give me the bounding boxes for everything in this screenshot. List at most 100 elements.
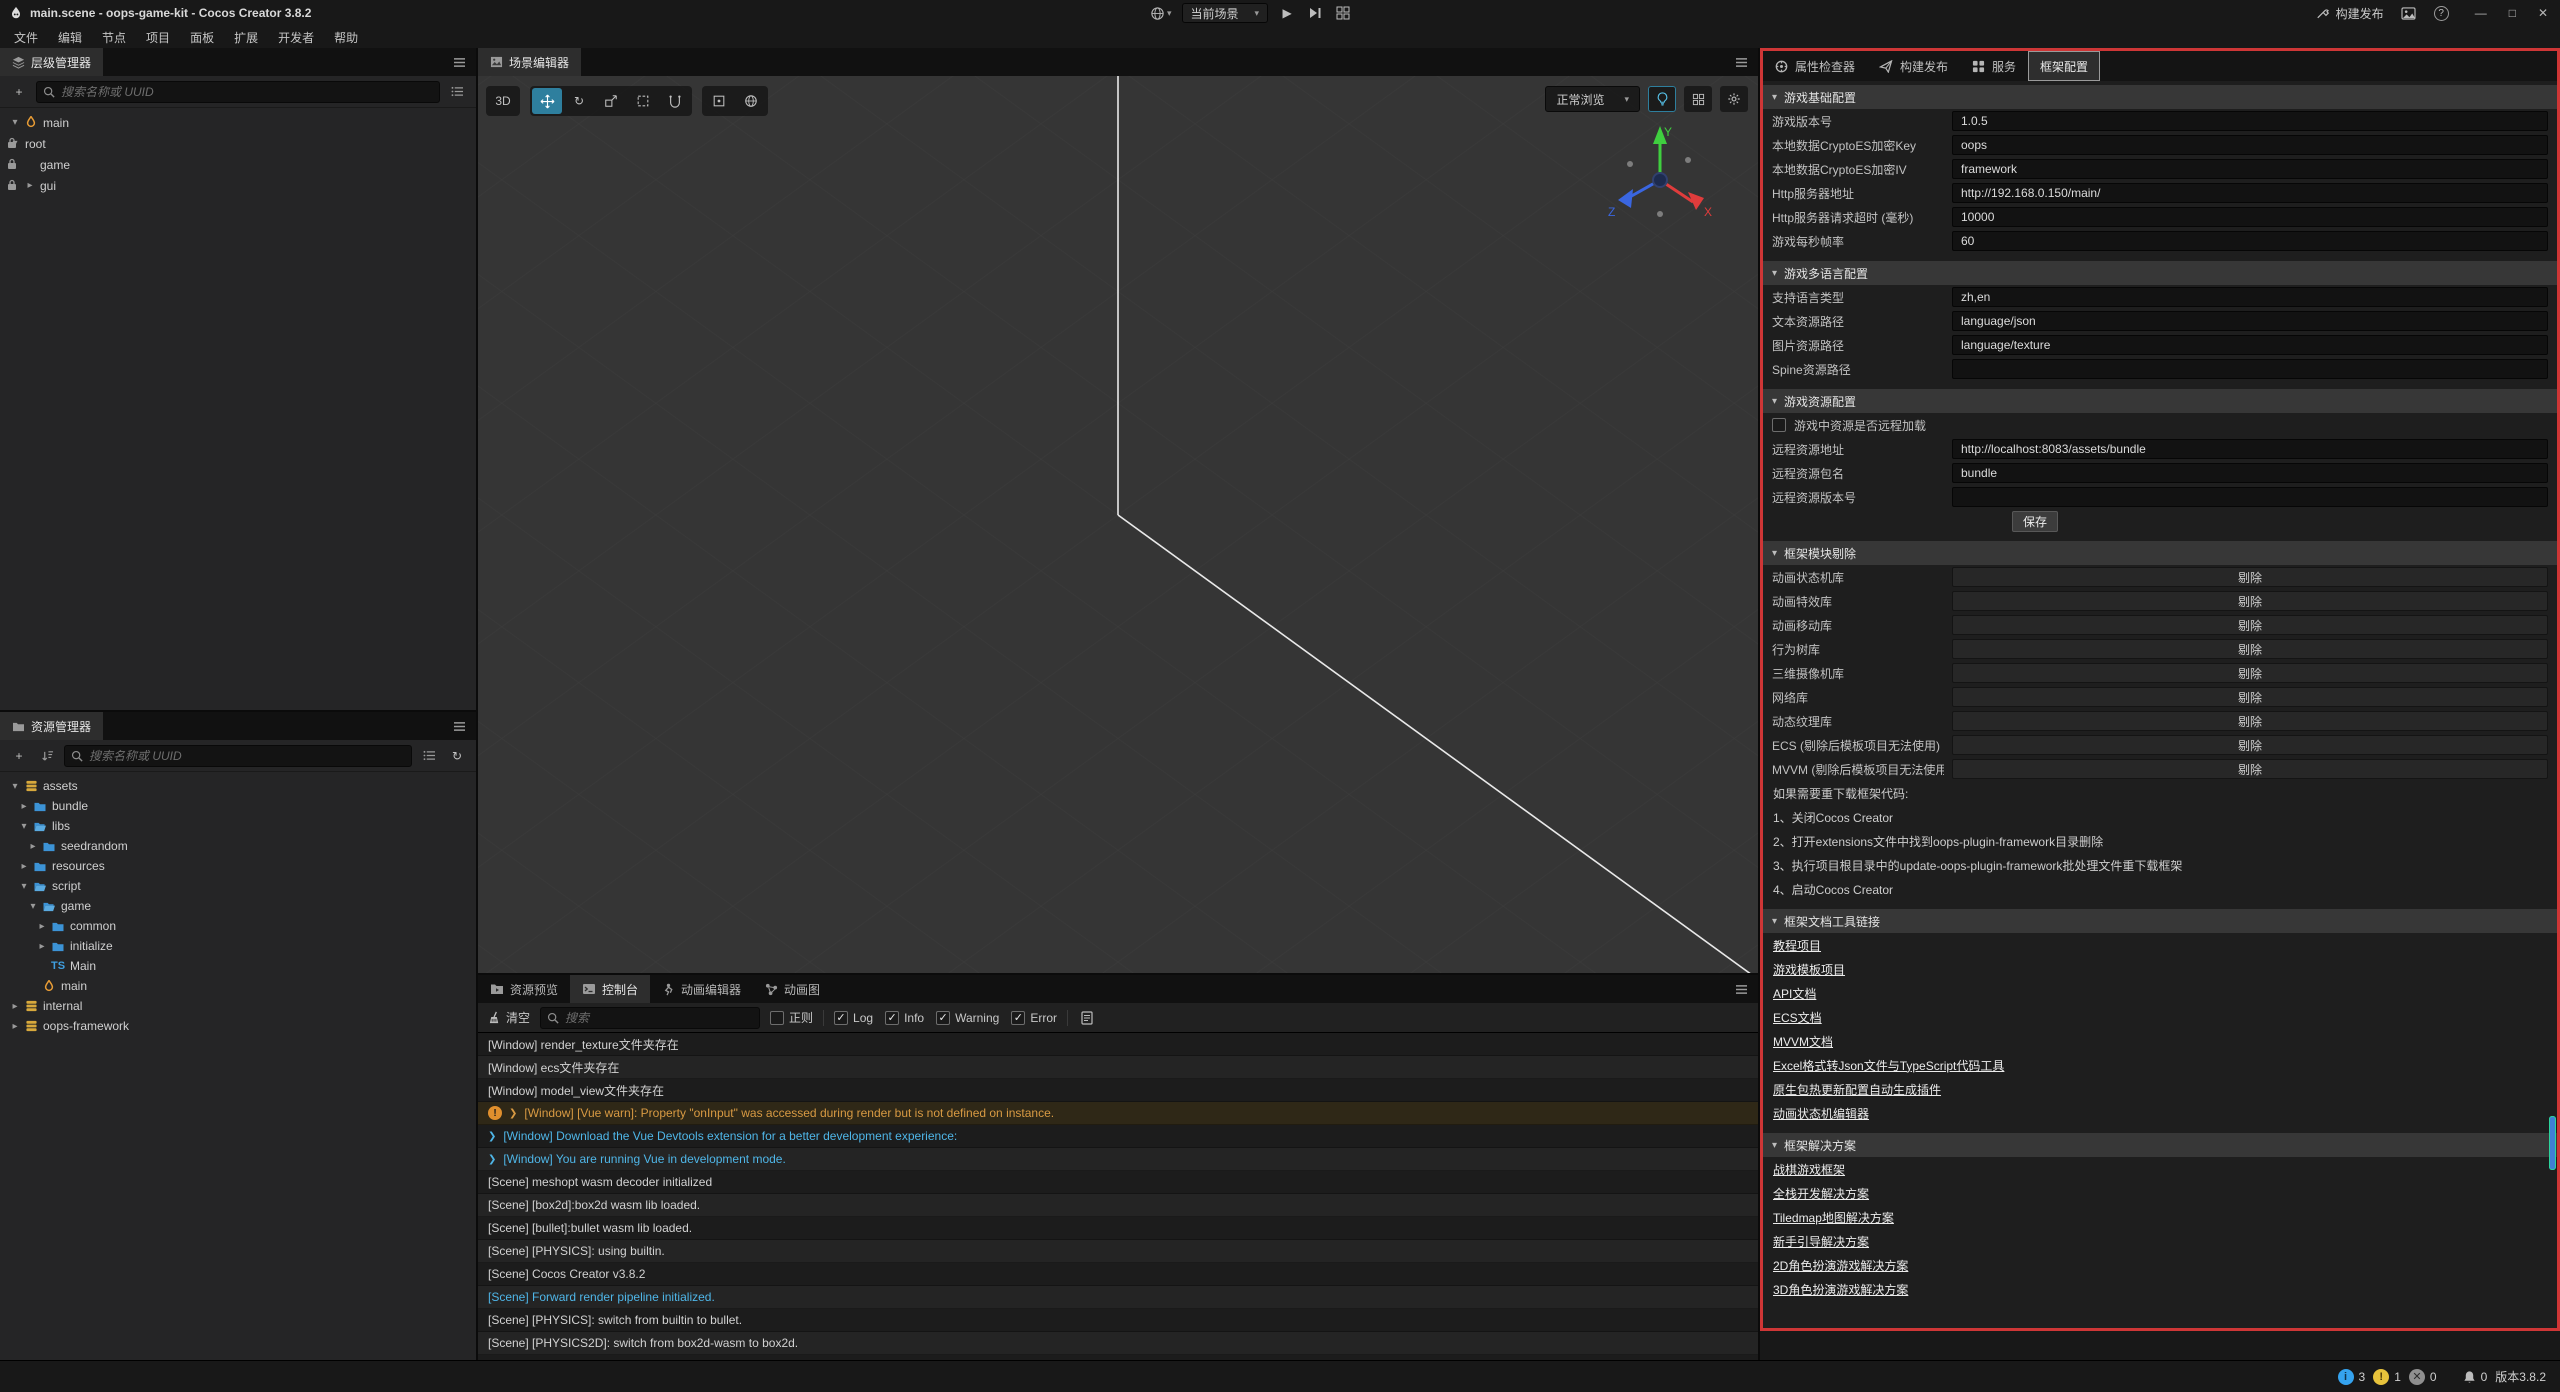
console-tab[interactable]: 动画编辑器	[650, 975, 753, 1003]
console-search-input[interactable]	[565, 1011, 753, 1025]
doc-link[interactable]: API文档	[1773, 985, 1816, 1002]
log-row[interactable]: [Scene] [PHYSICS]: using builtin.	[478, 1240, 1758, 1263]
tree-row[interactable]: game	[0, 154, 476, 175]
tree-row[interactable]: ▾assets	[0, 776, 476, 796]
doc-link[interactable]: 2D角色扮演游戏解决方案	[1773, 1257, 1908, 1274]
remove-module-button[interactable]: 剔除	[1952, 567, 2548, 587]
remove-module-button[interactable]: 剔除	[1952, 759, 2548, 779]
lock-icon[interactable]	[7, 158, 17, 170]
menu-item[interactable]: 编辑	[48, 27, 92, 48]
chevron-down-icon[interactable]: ▾	[8, 117, 22, 128]
chevron-down-icon[interactable]: ▾	[26, 901, 40, 912]
section-header[interactable]: ▾游戏基础配置	[1763, 85, 2557, 109]
move-tool-button[interactable]	[532, 88, 562, 114]
chevron-right-icon[interactable]: ▸	[26, 841, 40, 852]
hierarchy-search-input[interactable]	[61, 85, 433, 99]
doc-link[interactable]: 3D角色扮演游戏解决方案	[1773, 1281, 1908, 1298]
coordinate-space-button[interactable]	[736, 88, 766, 114]
remove-module-button[interactable]: 剔除	[1952, 639, 2548, 659]
light-toggle-button[interactable]	[1648, 86, 1676, 112]
log-row[interactable]: ❯[Window] Download the Vue Devtools exte…	[478, 1125, 1758, 1148]
doc-link[interactable]: MVVM文档	[1773, 1033, 1833, 1050]
config-input[interactable]	[1952, 487, 2548, 507]
section-header[interactable]: ▾框架文档工具链接	[1763, 909, 2557, 933]
add-node-button[interactable]: +	[8, 81, 30, 103]
remove-module-button[interactable]: 剔除	[1952, 591, 2548, 611]
play-button[interactable]: ▶	[1278, 3, 1296, 23]
tree-row[interactable]: ▸oops-framework	[0, 1016, 476, 1036]
log-row[interactable]: [Scene] [bullet]:bullet wasm lib loaded.	[478, 1217, 1758, 1240]
axis-gizmo[interactable]: Y X Z	[1600, 118, 1720, 238]
console-menu-icon[interactable]	[1725, 975, 1758, 1003]
screenshot-icon[interactable]	[2400, 3, 2418, 23]
inspector-tab[interactable]: 构建发布	[1867, 51, 1960, 81]
assets-search-input[interactable]	[89, 749, 405, 763]
log-row[interactable]: [Scene] [PHYSICS]: switch from builtin t…	[478, 1309, 1758, 1332]
config-input[interactable]	[1952, 159, 2548, 179]
lock-icon[interactable]	[7, 137, 17, 149]
sort-icon[interactable]	[36, 745, 58, 767]
chevron-down-icon[interactable]: ▾	[17, 821, 31, 832]
config-input[interactable]	[1952, 287, 2548, 307]
chevron-right-icon[interactable]: ▸	[8, 1001, 22, 1012]
lock-icon[interactable]	[7, 179, 17, 191]
doc-link[interactable]: 动画状态机编辑器	[1773, 1105, 1869, 1122]
tree-row[interactable]: ▸seedrandom	[0, 836, 476, 856]
remove-module-button[interactable]: 剔除	[1952, 687, 2548, 707]
expand-chevron-icon[interactable]: ❯	[488, 1131, 496, 1142]
log-row[interactable]: [Window] ecs文件夹存在	[478, 1056, 1758, 1079]
scene-viewport[interactable]: 3D ↻	[478, 76, 1758, 973]
clear-console-button[interactable]: 清空	[488, 1009, 530, 1026]
filter-log-checkbox[interactable]: ✓Log	[834, 1011, 873, 1025]
log-row[interactable]: [Scene] Forward render pipeline initiali…	[478, 1286, 1758, 1309]
notification-badge[interactable]: 0	[2463, 1370, 2488, 1384]
doc-link[interactable]: Excel格式转Json文件与TypeScript代码工具	[1773, 1057, 2004, 1074]
doc-link[interactable]: 全栈开发解决方案	[1773, 1185, 1869, 1202]
hierarchy-filter-icon[interactable]	[446, 81, 468, 103]
info-count-badge[interactable]: i 3	[2338, 1369, 2366, 1385]
menu-item[interactable]: 文件	[4, 27, 48, 48]
tree-row[interactable]: ▸bundle	[0, 796, 476, 816]
section-header[interactable]: ▾框架解决方案	[1763, 1133, 2557, 1157]
chevron-right-icon[interactable]: ▸	[35, 941, 49, 952]
inspector-scrollbar[interactable]	[2549, 1116, 2556, 1170]
anchor-tool-button[interactable]	[660, 88, 690, 114]
doc-link[interactable]: 原生包热更新配置自动生成插件	[1773, 1081, 1941, 1098]
menu-item[interactable]: 扩展	[224, 27, 268, 48]
rect-tool-button[interactable]	[628, 88, 658, 114]
tree-row[interactable]: ▸initialize	[0, 936, 476, 956]
log-row[interactable]: [Scene] [box2d]:box2d wasm lib loaded.	[478, 1194, 1758, 1217]
config-input[interactable]	[1952, 311, 2548, 331]
assets-filter-icon[interactable]	[418, 745, 440, 767]
config-input[interactable]	[1952, 359, 2548, 379]
close-button[interactable]: ✕	[2538, 6, 2548, 20]
console-tab[interactable]: 动画图	[753, 975, 832, 1003]
pivot-toggle-button[interactable]	[704, 88, 734, 114]
remove-module-button[interactable]: 剔除	[1952, 711, 2548, 731]
inspector-tab[interactable]: 框架配置	[2028, 51, 2100, 81]
config-input[interactable]	[1952, 335, 2548, 355]
log-row[interactable]: [Scene] Cocos Creator v3.8.2	[478, 1263, 1758, 1286]
3d-toggle-button[interactable]: 3D	[488, 88, 518, 114]
tab-scene-editor[interactable]: 场景编辑器	[478, 48, 581, 76]
tree-row[interactable]: ▾main	[0, 112, 476, 133]
remote-load-checkbox[interactable]	[1772, 418, 1786, 432]
config-input[interactable]	[1952, 135, 2548, 155]
tree-row[interactable]: ▸gui	[0, 175, 476, 196]
maximize-button[interactable]: □	[2509, 6, 2516, 20]
expand-chevron-icon[interactable]: ❯	[488, 1154, 496, 1165]
remove-module-button[interactable]: 剔除	[1952, 735, 2548, 755]
menu-item[interactable]: 节点	[92, 27, 136, 48]
remove-module-button[interactable]: 剔除	[1952, 663, 2548, 683]
config-input[interactable]	[1952, 207, 2548, 227]
step-button[interactable]	[1306, 3, 1324, 23]
tree-row[interactable]: ▸common	[0, 916, 476, 936]
build-publish-button[interactable]: 构建发布	[2316, 5, 2384, 22]
config-input[interactable]	[1952, 463, 2548, 483]
menu-item[interactable]: 帮助	[324, 27, 368, 48]
log-row[interactable]: !❯[Window] [Vue warn]: Property "onInput…	[478, 1102, 1758, 1125]
current-scene-select[interactable]: 当前场景 ▾	[1182, 3, 1269, 23]
remove-module-button[interactable]: 剔除	[1952, 615, 2548, 635]
config-input[interactable]	[1952, 439, 2548, 459]
tree-row[interactable]: ▸resources	[0, 856, 476, 876]
